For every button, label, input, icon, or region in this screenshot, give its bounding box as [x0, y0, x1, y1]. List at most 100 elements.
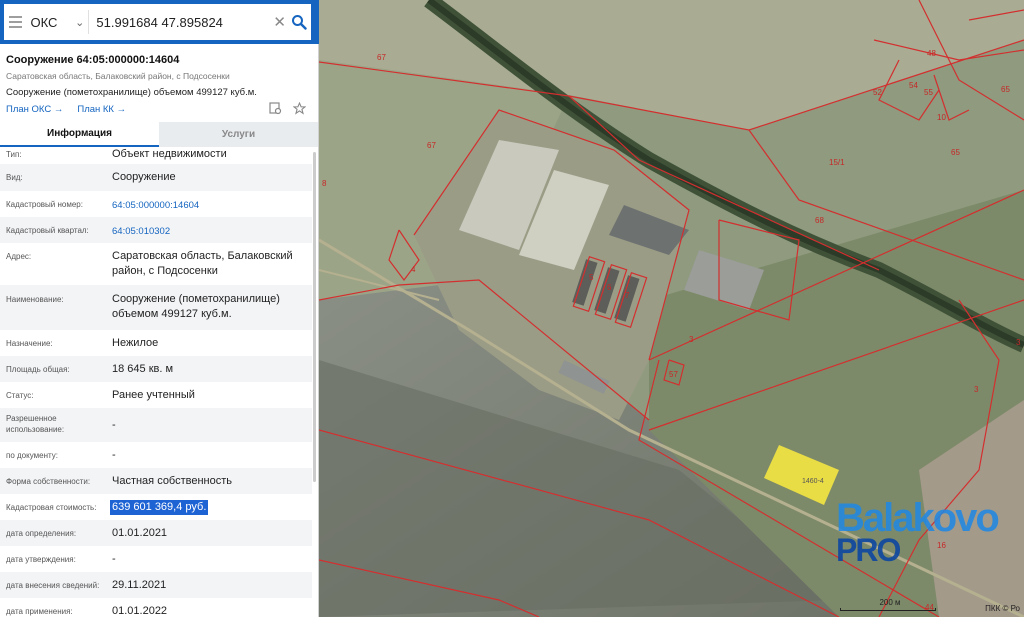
field-label: Статус: — [6, 391, 34, 400]
panel-scrollbar[interactable] — [313, 152, 316, 482]
object-title: Сооружение 64:05:000000:14604 — [6, 54, 180, 66]
field-label: дата внесения сведений: — [6, 581, 100, 590]
field-row-by-document: по документу: - — [0, 442, 312, 468]
field-label: Площадь общая: — [6, 365, 70, 374]
object-description: Сооружение (пометохранилище) объемом 499… — [6, 87, 257, 98]
field-label: дата утверждения: — [6, 555, 76, 564]
star-icon[interactable] — [292, 101, 306, 115]
parcel-label: 52 — [873, 88, 882, 97]
field-value: - — [112, 449, 116, 461]
search-bar: ОКС ⌄ ✕ — [0, 0, 319, 44]
field-value: Сооружение — [112, 171, 176, 183]
search-type-label: ОКС — [30, 14, 58, 30]
field-row-purpose: Назначение: Нежилое — [0, 330, 312, 356]
parcel-label: 65 — [1001, 85, 1010, 94]
field-row-type: Тип: Объект недвижимости — [0, 147, 312, 164]
field-row-area: Площадь общая: 18 645 кв. м — [0, 356, 312, 382]
field-label: Кадастровая стоимость: — [6, 503, 97, 512]
field-label: Назначение: — [6, 339, 53, 348]
parcel-label: 8 — [322, 179, 327, 188]
field-label: дата определения: — [6, 529, 77, 538]
parcel-label: 3 — [974, 385, 979, 394]
object-address: Саратовская область, Балаковский район, … — [6, 71, 230, 81]
field-row-date-applied: дата применения: 01.01.2022 — [0, 598, 312, 617]
chevron-down-icon: ⌄ — [75, 16, 85, 29]
map-copyright: ПКК © Ро — [985, 604, 1020, 613]
scale-bar — [840, 608, 936, 611]
field-value: Нежилое — [112, 337, 159, 349]
parcel-label: 67 — [377, 53, 386, 62]
info-panel: Сооружение 64:05:000000:14604 Саратовска… — [0, 44, 319, 617]
field-value: 29.11.2021 — [112, 579, 167, 591]
field-label: Адрес: — [6, 252, 32, 261]
field-label: Кадастровый квартал: — [6, 226, 89, 235]
close-icon[interactable]: ✕ — [272, 13, 286, 31]
parcel-label: 5 — [589, 273, 594, 282]
parcel-label: 54 — [909, 81, 918, 90]
watermark-bottom: PRO — [836, 532, 901, 568]
field-value: 01.01.2022 — [112, 605, 168, 617]
field-value: Объект недвижимости — [112, 148, 227, 160]
panel-actions — [268, 101, 306, 115]
watermark-logo: Balakovo PRO — [836, 498, 1000, 570]
scale-label: 200 м — [879, 598, 901, 607]
field-label: Вид: — [6, 173, 23, 182]
field-value: 18 645 кв. м — [112, 363, 174, 375]
field-row-date-approved: дата утверждения: - — [0, 546, 312, 572]
field-row-cadastral-cost: Кадастровая стоимость: 639 601 369,4 руб… — [0, 494, 312, 520]
field-value: Ранее учтенный — [112, 389, 195, 401]
field-row-cadastral-number: Кадастровый номер: 64:05:000000:14604 — [0, 191, 312, 217]
parcel-label: 3 — [689, 335, 694, 344]
field-label: Кадастровый номер: — [6, 200, 83, 209]
plan-oks-link[interactable]: План ОКС → — [6, 104, 63, 115]
field-row-ownership: Форма собственности: Частная собственнос… — [0, 468, 312, 494]
field-value: Саратовская область, Балаковский район, … — [112, 250, 293, 277]
plan-icon[interactable] — [268, 101, 282, 115]
field-row-status: Статус: Ранее учтенный — [0, 382, 312, 408]
field-label: Форма собственности: — [6, 477, 91, 486]
highlighted-parcel-label: 1460-4 — [802, 478, 824, 485]
plan-links: План ОКС → План КК → — [6, 104, 126, 115]
parcel-label: 15/1 — [829, 158, 845, 167]
field-row-address: Адрес: Саратовская область, Балаковский … — [0, 243, 312, 285]
cadastral-number-link[interactable]: 64:05:000000:14604 — [112, 198, 302, 213]
field-label: Наименование: — [6, 295, 64, 304]
search-box: ОКС ⌄ ✕ — [4, 4, 311, 40]
search-icon[interactable] — [287, 4, 311, 40]
parcel-label: 55 — [924, 88, 933, 97]
field-row-date-determined: дата определения: 01.01.2021 — [0, 520, 312, 546]
field-label: Разрешенное использование: — [6, 414, 65, 434]
field-value: 01.01.2021 — [112, 527, 168, 539]
field-row-date-entered: дата внесения сведений: 29.11.2021 — [0, 572, 312, 598]
parcel-label: 67 — [427, 141, 436, 150]
parcel-label: 57 — [669, 370, 678, 379]
parcel-label: 65 — [951, 148, 960, 157]
field-value: Сооружение (пометохранилище) объемом 499… — [112, 293, 280, 320]
plan-kk-link[interactable]: План КК → — [77, 104, 126, 115]
tab-information[interactable]: Информация — [0, 122, 159, 147]
cadastral-map-app: ОКС ⌄ ✕ ‹ Сооружение 64:05:000000:14604 … — [0, 0, 1024, 617]
field-value: - — [112, 553, 116, 565]
menu-icon[interactable] — [4, 4, 27, 40]
parcel-label: 48 — [927, 49, 936, 58]
field-value: - — [112, 419, 116, 431]
search-type-select[interactable]: ОКС ⌄ — [27, 10, 90, 34]
tab-bar: Информация Услуги — [0, 122, 318, 147]
cadastral-quarter-link[interactable]: 64:05:010302 — [112, 224, 302, 239]
cadastral-cost-value[interactable]: 639 601 369,4 руб. — [110, 500, 209, 515]
parcel-label: 3 — [1016, 338, 1021, 347]
search-input[interactable] — [89, 7, 273, 37]
field-row-kind: Вид: Сооружение — [0, 164, 312, 191]
tab-services[interactable]: Услуги — [159, 122, 318, 147]
field-value: Частная собственность — [112, 475, 233, 487]
field-row-name: Наименование: Сооружение (пометохранилищ… — [0, 285, 312, 330]
field-row-cadastral-quarter: Кадастровый квартал: 64:05:010302 — [0, 217, 312, 243]
parcel-label: 6 — [607, 283, 612, 292]
parcel-label: 4 — [411, 265, 416, 274]
parcel-label: 68 — [815, 216, 824, 225]
parcel-label: 7 — [625, 291, 630, 300]
field-label: Тип: — [6, 150, 22, 159]
field-label: по документу: — [6, 451, 58, 460]
parcel-label: 10 — [937, 113, 946, 122]
field-label: дата применения: — [6, 607, 73, 616]
